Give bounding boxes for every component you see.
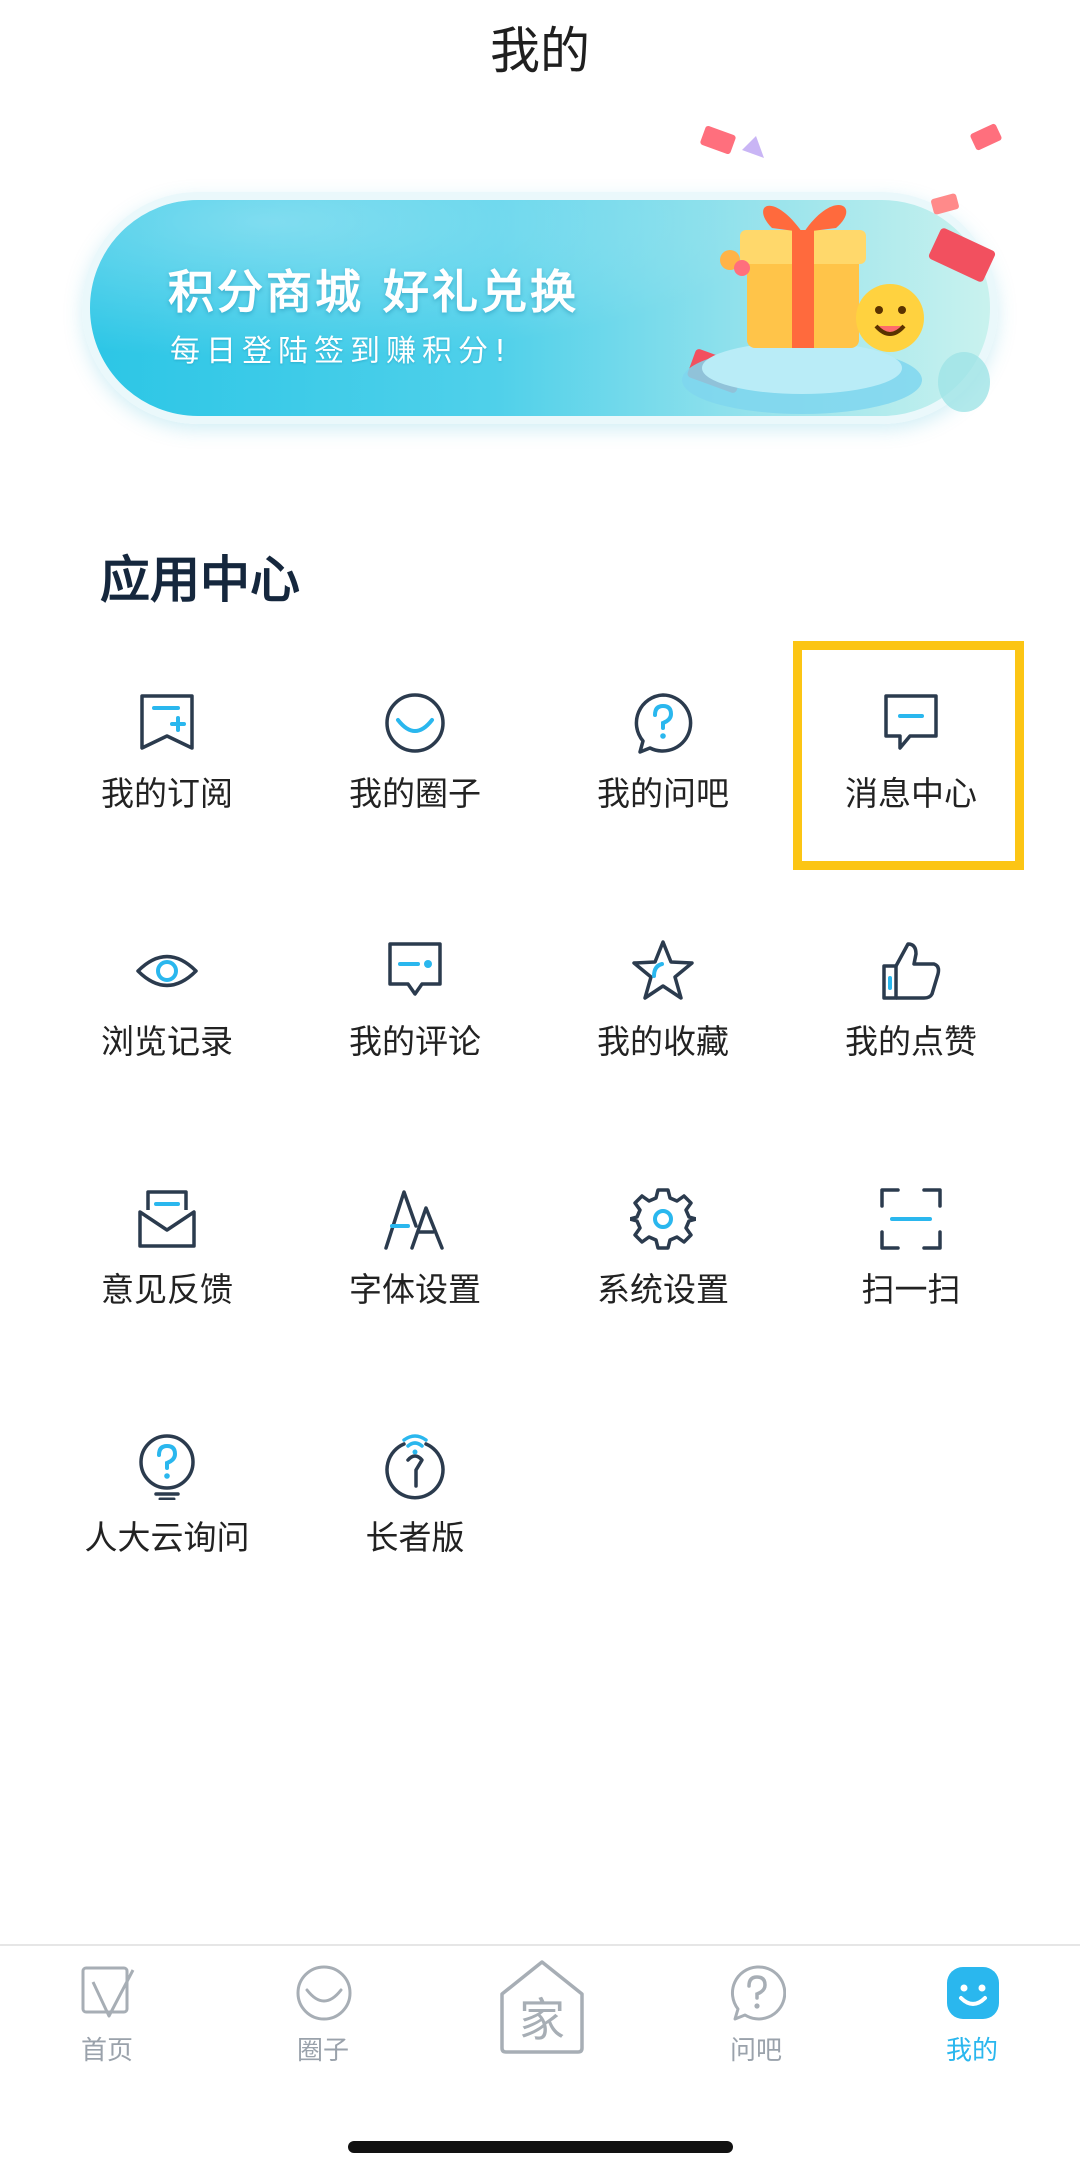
app-label: 我的评论 (349, 1022, 481, 1061)
jia-glyph: 家 (519, 1993, 565, 2047)
tab-circle[interactable]: 圈子 (243, 1960, 403, 2070)
app-label: 我的收藏 (597, 1022, 729, 1061)
app-label: 字体设置 (349, 1270, 481, 1309)
tab-label: 我的 (945, 2036, 998, 2066)
home-icon (81, 1966, 135, 2018)
home-indicator (348, 2141, 733, 2153)
app-label: 我的订阅 (101, 774, 233, 813)
app-label: 我的点赞 (845, 1022, 977, 1061)
app-my-likes[interactable]: 我的点赞 (796, 908, 1026, 1108)
circle-tab-icon (296, 1965, 352, 2021)
tab-wenba[interactable]: 问吧 (676, 1960, 836, 2070)
thumbs-up-icon (882, 942, 941, 1000)
app-label: 意见反馈 (101, 1270, 233, 1309)
app-my-comments[interactable]: 我的评论 (300, 908, 530, 1108)
app-scan[interactable]: 扫一扫 (796, 1156, 1026, 1356)
app-npc-cloud-inquiry[interactable]: 人大云询问 (52, 1404, 282, 1604)
comment-icon (388, 942, 442, 996)
tab-home[interactable]: 首页 (27, 1960, 187, 2070)
app-browse-history[interactable]: 浏览记录 (52, 908, 282, 1108)
smiley-profile-icon (947, 1967, 999, 2019)
feedback-envelope-icon (138, 1190, 196, 1248)
tab-mine[interactable]: 我的 (892, 1960, 1052, 2070)
star-icon (632, 940, 694, 1000)
question-tab-icon (730, 1965, 786, 2021)
points-mall-banner[interactable]: 积分商城 好礼兑换 每日登陆签到赚积分! (72, 120, 1008, 450)
scan-icon (880, 1188, 942, 1250)
page-title: 我的 (490, 22, 590, 80)
gift-box-illustration (682, 123, 1002, 414)
app-label: 浏览记录 (101, 1022, 233, 1061)
tab-jia[interactable]: 家 (460, 1946, 620, 2076)
app-my-favorites[interactable]: 我的收藏 (548, 908, 778, 1108)
app-center-title: 应用中心 (100, 551, 300, 609)
app-feedback[interactable]: 意见反馈 (52, 1156, 282, 1356)
tab-label: 首页 (80, 2036, 133, 2066)
app-label: 长者版 (365, 1518, 465, 1557)
help-bulb-icon (139, 1434, 195, 1500)
gear-icon (630, 1188, 696, 1250)
eye-icon (136, 954, 198, 988)
subscription-icon (140, 694, 194, 750)
app-elder-mode[interactable]: 长者版 (300, 1404, 530, 1604)
elder-mode-icon (385, 1434, 445, 1500)
app-my-circle[interactable]: 我的圈子 (300, 660, 530, 860)
tab-label: 圈子 (296, 2036, 349, 2066)
app-font-settings[interactable]: 字体设置 (300, 1156, 530, 1356)
app-system-settings[interactable]: 系统设置 (548, 1156, 778, 1356)
banner-subtitle: 每日登陆签到赚积分! (170, 334, 513, 369)
font-size-icon (384, 1190, 444, 1250)
app-label: 我的圈子 (349, 774, 481, 813)
app-label: 人大云询问 (84, 1518, 250, 1557)
highlight-box (793, 641, 1024, 870)
app-my-wenba[interactable]: 我的问吧 (548, 660, 778, 860)
tab-label: 问吧 (729, 2036, 782, 2066)
app-label: 系统设置 (597, 1270, 729, 1309)
banner-title: 积分商城 好礼兑换 (168, 265, 580, 319)
circle-icon (385, 693, 445, 753)
question-bubble-icon (634, 693, 693, 754)
app-label: 扫一扫 (861, 1270, 961, 1309)
app-my-subscription[interactable]: 我的订阅 (52, 660, 282, 860)
app-label: 我的问吧 (597, 774, 729, 813)
